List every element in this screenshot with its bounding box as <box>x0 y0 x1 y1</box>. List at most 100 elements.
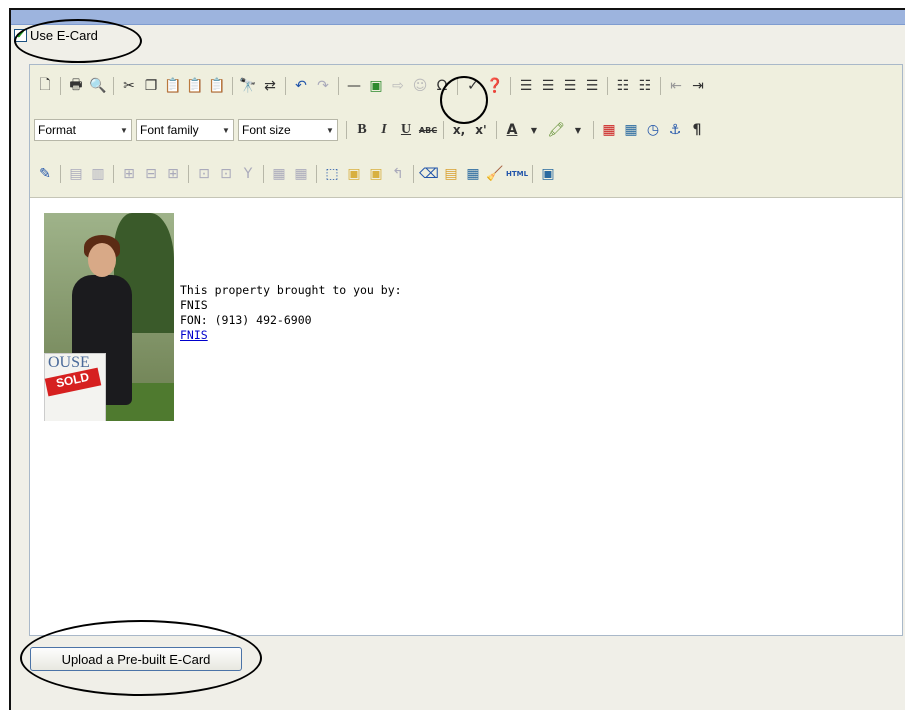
toolbar-separator <box>443 121 444 139</box>
indent-icon[interactable]: ⇥ <box>688 76 708 96</box>
fullscreen-icon[interactable]: ▣ <box>538 164 558 184</box>
toolbar-separator <box>413 165 414 183</box>
use-ecard-checkbox[interactable]: ✔ <box>14 29 27 42</box>
delete-table-icon[interactable]: ▦ <box>291 164 311 184</box>
chevron-down-icon[interactable]: ▼ <box>524 120 544 140</box>
chevron-down-icon: ▼ <box>326 125 334 135</box>
redo-icon[interactable]: ↷ <box>313 76 333 96</box>
toolbar-separator <box>338 77 339 95</box>
chevron-down-icon[interactable]: ▼ <box>568 120 588 140</box>
toolbar-separator <box>532 165 533 183</box>
template-icon[interactable]: ▤ <box>441 164 461 184</box>
toolbar-separator <box>232 77 233 95</box>
paste-word-icon[interactable]: 📋 <box>207 76 227 96</box>
paste-icon[interactable]: 📋 <box>163 76 183 96</box>
highlight-color-icon[interactable]: 🖍 <box>546 120 566 140</box>
outdent-icon[interactable]: ⇤ <box>666 76 686 96</box>
merge-cells-icon[interactable]: ⊡ <box>194 164 214 184</box>
edit-form-icon[interactable]: ✎ <box>35 164 55 184</box>
format-select[interactable]: Format ▼ <box>34 119 132 141</box>
numbered-list-icon[interactable]: ☷ <box>635 76 655 96</box>
strikethrough-button[interactable]: ABC <box>418 120 438 140</box>
replace-icon[interactable]: ⇄ <box>260 76 280 96</box>
agent-info: This property brought to you by: FNIS FO… <box>180 283 402 343</box>
font-size-select[interactable]: Font size ▼ <box>238 119 338 141</box>
toolbar-separator <box>113 165 114 183</box>
text-color-button[interactable]: A <box>502 120 522 140</box>
justify-icon[interactable]: ☰ <box>582 76 602 96</box>
font-family-select-label: Font family <box>140 123 199 137</box>
toolbar-separator <box>316 165 317 183</box>
about-icon[interactable]: ❓ <box>485 76 505 96</box>
spellcheck-icon[interactable]: ✓ <box>463 76 483 96</box>
undo-icon[interactable]: ↶ <box>291 76 311 96</box>
table-col-icon[interactable]: ▥ <box>88 164 108 184</box>
subscript-button[interactable]: x, <box>449 120 469 140</box>
rich-text-editor[interactable]: 🗋 🖶 🔍 ✂ ❐ 📋 📋 📋 🔭 ⇄ ↶ ↷ — ▣ ⇨ ☺ Ω ✓ ❓ ☰ … <box>29 64 903 636</box>
delete-row-icon[interactable]: ⊟ <box>141 164 161 184</box>
find-icon[interactable]: 🔭 <box>238 76 258 96</box>
table-props-icon[interactable]: ▦ <box>269 164 289 184</box>
preview-icon[interactable]: 🔍 <box>88 76 108 96</box>
italic-button[interactable]: I <box>374 120 394 140</box>
anchor-icon[interactable]: ⚓ <box>665 120 685 140</box>
special-char-icon[interactable]: Ω <box>432 76 452 96</box>
clean-up-icon[interactable]: 🧹 <box>485 164 505 184</box>
insert-row-icon[interactable]: ⊞ <box>119 164 139 184</box>
copy-format-icon[interactable]: ▣ <box>344 164 364 184</box>
info-line-3: FON: (913) 492-6900 <box>180 313 312 327</box>
toolbar-separator <box>285 77 286 95</box>
insert-table-icon[interactable]: ▦ <box>463 164 483 184</box>
bulleted-list-icon[interactable]: ☷ <box>613 76 633 96</box>
align-left-icon[interactable]: ☰ <box>516 76 536 96</box>
check-icon: ✔ <box>15 29 26 41</box>
horizontal-rule-icon[interactable]: — <box>344 76 364 96</box>
toolbar-row-3: ✎ ▤ ▥ ⊞ ⊟ ⊞ ⊡ ⊡ Y ▦ ▦ ⬚ ▣ ▣ ↰ ⌫ ▤ ▦ 🧹 HT… <box>34 159 559 189</box>
align-center-icon[interactable]: ☰ <box>538 76 558 96</box>
select-all-icon[interactable]: ⬚ <box>322 164 342 184</box>
html-source-button[interactable]: HTML <box>506 164 528 184</box>
sign-text-top: OUSE <box>48 354 90 371</box>
clock-icon[interactable]: ◷ <box>643 120 663 140</box>
toolbar-separator <box>113 77 114 95</box>
bold-button[interactable]: B <box>352 120 372 140</box>
smiley-icon[interactable]: ☺ <box>410 76 430 96</box>
print-icon[interactable]: 🖶 <box>66 76 86 96</box>
info-line-1: This property brought to you by: <box>180 283 402 297</box>
format-select-label: Format <box>38 123 77 137</box>
superscript-button[interactable]: x' <box>471 120 491 140</box>
toolbar-separator <box>60 165 61 183</box>
eraser-icon[interactable]: ⌫ <box>419 164 439 184</box>
insert-image-icon[interactable]: ▣ <box>366 76 386 96</box>
paragraph-button[interactable]: ¶ <box>687 120 707 140</box>
toolbar-separator <box>496 121 497 139</box>
upload-ecard-button[interactable]: Upload a Pre-built E-Card <box>30 647 242 671</box>
font-family-select[interactable]: Font family ▼ <box>136 119 234 141</box>
toolbar-row-2: Format ▼ Font family ▼ Font size ▼ B I U… <box>34 115 708 145</box>
new-page-icon[interactable]: 🗋 <box>35 76 55 96</box>
toolbar-separator <box>263 165 264 183</box>
insert-col-icon[interactable]: ⊞ <box>163 164 183 184</box>
toolbar-separator <box>607 77 608 95</box>
underline-button[interactable]: U <box>396 120 416 140</box>
flash-icon[interactable]: ⇨ <box>388 76 408 96</box>
photo-person-head <box>88 243 116 277</box>
window-top-bar <box>11 10 905 25</box>
agent-link[interactable]: FNIS <box>180 328 208 342</box>
unlink-icon[interactable]: ▦ <box>621 120 641 140</box>
use-ecard-row[interactable]: ✔ Use E-Card <box>14 28 98 43</box>
cut-icon[interactable]: ✂ <box>119 76 139 96</box>
paste-format-icon[interactable]: ▣ <box>366 164 386 184</box>
table-row-icon[interactable]: ▤ <box>66 164 86 184</box>
copy-icon[interactable]: ❐ <box>141 76 161 96</box>
paste-text-icon[interactable]: 📋 <box>185 76 205 96</box>
align-right-icon[interactable]: ☰ <box>560 76 580 96</box>
editor-content-area[interactable]: OUSE SOLD This property brought to you b… <box>44 213 894 613</box>
toolbar-separator <box>510 77 511 95</box>
cell-props-icon[interactable]: Y <box>238 164 258 184</box>
insert-link-icon[interactable]: ▦ <box>599 120 619 140</box>
split-cells-icon[interactable]: ⊡ <box>216 164 236 184</box>
toolbar-separator <box>188 165 189 183</box>
editor-toolbars: 🗋 🖶 🔍 ✂ ❐ 📋 📋 📋 🔭 ⇄ ↶ ↷ — ▣ ⇨ ☺ Ω ✓ ❓ ☰ … <box>30 65 902 198</box>
remove-format-icon[interactable]: ↰ <box>388 164 408 184</box>
